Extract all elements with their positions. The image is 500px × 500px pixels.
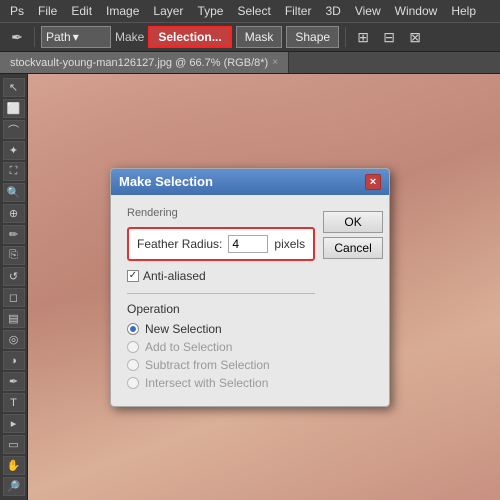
dialog-close-button[interactable]: × <box>365 174 381 190</box>
menu-bar: Ps File Edit Image Layer Type Select Fil… <box>0 0 500 22</box>
dialog-title-bar: Make Selection × <box>111 169 389 195</box>
align-icon-1[interactable]: ⊞ <box>352 26 374 48</box>
rendering-label: Rendering <box>127 207 315 219</box>
radio-intersect-selection-label: Intersect with Selection <box>145 376 268 390</box>
path-dropdown-label: Path <box>46 30 71 44</box>
radio-new-selection[interactable] <box>127 323 139 335</box>
toolbar-sep-2 <box>345 27 346 47</box>
make-label: Make <box>115 30 144 44</box>
menu-type[interactable]: Type <box>191 2 229 20</box>
feather-radius-row: Feather Radius: pixels <box>127 227 315 261</box>
dialog-main: Rendering Feather Radius: pixels ✓ Anti-… <box>127 207 315 394</box>
make-selection-dialog: Make Selection × Rendering Feather Radiu… <box>110 168 390 407</box>
menu-layer[interactable]: Layer <box>147 2 189 20</box>
chevron-down-icon: ▾ <box>73 30 79 44</box>
toolbar: ✒ Path ▾ Make Selection... Mask Shape ⊞ … <box>0 22 500 52</box>
feather-radius-input[interactable] <box>228 235 268 253</box>
antialias-label: Anti-aliased <box>143 269 206 283</box>
tab-filename: stockvault-young-man126127.jpg @ 66.7% (… <box>10 57 268 69</box>
radio-subtract-selection[interactable] <box>127 359 139 371</box>
canvas-area: ↖ ⬜ ⌒ ✦ ⛶ 🔍 ⊕ ✏ ⎘ ↺ ◻ ▤ ◎ ◑ ✒ T ▸ ▭ ✋ 🔎 … <box>0 74 500 500</box>
dialog-layout: Rendering Feather Radius: pixels ✓ Anti-… <box>127 207 373 394</box>
pen-tool-icon[interactable]: ✒ <box>6 26 28 48</box>
operation-label: Operation <box>127 302 315 316</box>
align-icon-2[interactable]: ⊟ <box>378 26 400 48</box>
modal-overlay: Make Selection × Rendering Feather Radiu… <box>0 74 500 500</box>
menu-select[interactable]: Select <box>231 2 276 20</box>
mask-button[interactable]: Mask <box>236 26 283 48</box>
antialias-row: ✓ Anti-aliased <box>127 269 315 283</box>
tab-close-icon[interactable]: × <box>272 57 278 68</box>
cancel-button[interactable]: Cancel <box>323 237 383 259</box>
radio-subtract-selection-label: Subtract from Selection <box>145 358 270 372</box>
dialog-buttons: OK Cancel <box>323 207 383 394</box>
menu-file[interactable]: File <box>32 2 63 20</box>
dialog-body: Rendering Feather Radius: pixels ✓ Anti-… <box>111 195 389 406</box>
antialias-checkbox[interactable]: ✓ <box>127 270 139 282</box>
radio-new-selection-label: New Selection <box>145 322 222 336</box>
toolbar-sep-1 <box>34 27 35 47</box>
radio-add-selection-label: Add to Selection <box>145 340 232 354</box>
menu-view[interactable]: View <box>349 2 387 20</box>
menu-filter[interactable]: Filter <box>279 2 318 20</box>
align-icon-3[interactable]: ⊠ <box>404 26 426 48</box>
radio-add-selection[interactable] <box>127 341 139 353</box>
selection-button[interactable]: Selection... <box>148 26 231 48</box>
menu-3d[interactable]: 3D <box>319 2 346 20</box>
menu-ps[interactable]: Ps <box>4 2 30 20</box>
ok-button[interactable]: OK <box>323 211 383 233</box>
radio-intersect-selection[interactable] <box>127 377 139 389</box>
dialog-title: Make Selection <box>119 174 213 189</box>
radio-row-new: New Selection <box>127 322 315 336</box>
divider <box>127 293 315 294</box>
feather-unit: pixels <box>274 237 305 251</box>
radio-row-add: Add to Selection <box>127 340 315 354</box>
radio-row-subtract: Subtract from Selection <box>127 358 315 372</box>
radio-row-intersect: Intersect with Selection <box>127 376 315 390</box>
menu-image[interactable]: Image <box>100 2 145 20</box>
menu-help[interactable]: Help <box>445 2 482 20</box>
menu-window[interactable]: Window <box>389 2 444 20</box>
menu-edit[interactable]: Edit <box>65 2 98 20</box>
feather-label: Feather Radius: <box>137 237 222 251</box>
tab-bar: stockvault-young-man126127.jpg @ 66.7% (… <box>0 52 500 74</box>
path-dropdown[interactable]: Path ▾ <box>41 26 111 48</box>
shape-button[interactable]: Shape <box>286 26 339 48</box>
document-tab[interactable]: stockvault-young-man126127.jpg @ 66.7% (… <box>0 52 289 73</box>
